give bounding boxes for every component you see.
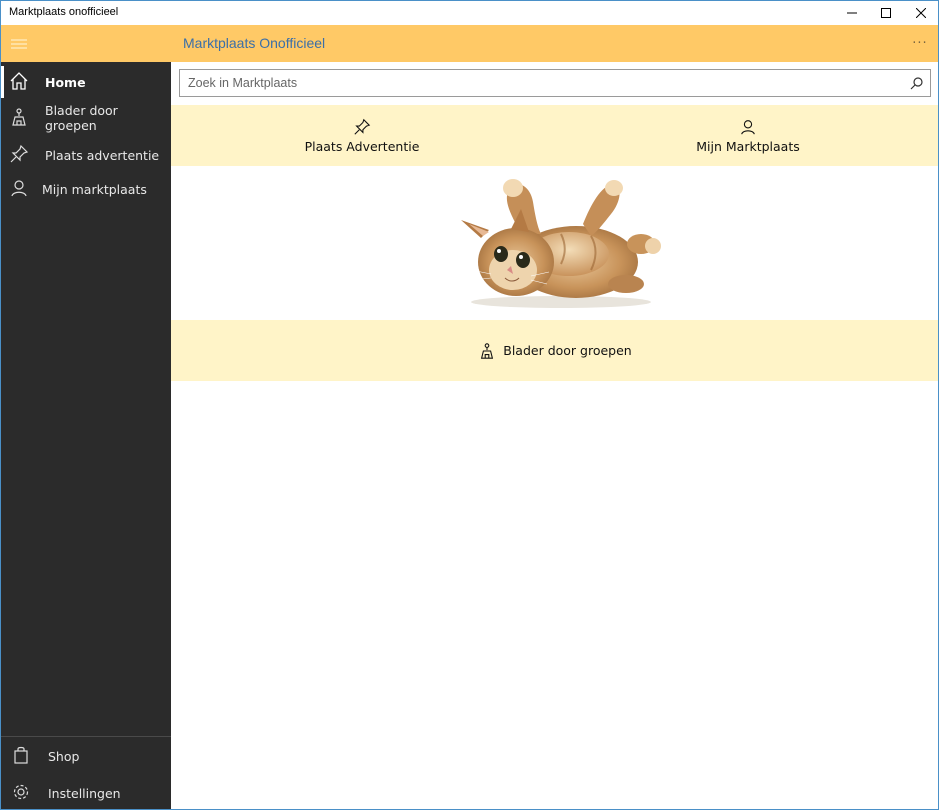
window-title: Marktplaats onofficieel [9,6,119,18]
close-button[interactable] [904,1,938,25]
groups-icon [8,106,30,128]
more-options-button[interactable]: ··· [907,31,933,55]
sidebar-divider [1,736,171,737]
sidebar-item-label: Blader door groepen [45,103,118,133]
search-box [179,69,931,97]
pin-icon [352,117,372,137]
more-icon: ··· [912,35,928,51]
sidebar-item-label: Mijn marktplaats [42,181,147,197]
home-icon [8,70,30,92]
close-icon [916,8,926,18]
kitten-image [461,179,661,308]
sidebar: Home Blader door groepen Plaats adverten… [1,62,171,809]
search-input[interactable] [188,74,898,92]
sidebar-item-settings[interactable]: Instellingen [1,775,171,809]
sidebar-item-place-ad[interactable]: Plaats advertentie [1,137,171,173]
app-title: Marktplaats Onofficieel [183,35,326,51]
my-marktplaats-label: Mijn Marktplaats [696,139,800,154]
sidebar-item-label: Shop [48,748,80,764]
browse-groups-button[interactable]: Blader door groepen [171,320,938,381]
person-icon [8,177,30,199]
groups-icon [477,341,497,361]
app-window: Marktplaats onofficieel Marktplaats Onof… [0,0,939,810]
app-header: Marktplaats Onofficieel ··· [1,25,938,62]
quick-actions-panel: Plaats Advertentie Mijn Marktplaats [171,105,938,166]
place-ad-button[interactable]: Plaats Advertentie [267,105,457,166]
maximize-icon [881,8,891,18]
shopping-bag-icon [10,744,32,766]
minimize-icon [847,12,857,14]
sidebar-item-groups[interactable]: Blader door groepen [1,100,171,136]
maximize-button[interactable] [869,1,903,25]
sidebar-item-my-marktplaats[interactable]: Mijn marktplaats [1,171,171,207]
main-content: Plaats Advertentie Mijn Marktplaats [171,62,938,809]
person-icon [738,117,758,137]
gear-icon [10,781,32,803]
sidebar-item-home[interactable]: Home [1,64,171,100]
place-ad-label: Plaats Advertentie [304,139,420,154]
sidebar-item-shop[interactable]: Shop [1,738,171,774]
search-icon[interactable] [910,76,924,90]
my-marktplaats-button[interactable]: Mijn Marktplaats [653,105,843,166]
minimize-button[interactable] [835,1,869,25]
browse-groups-label: Blader door groepen [503,343,632,358]
hamburger-menu-button[interactable] [1,25,37,62]
title-bar: Marktplaats onofficieel [1,1,938,25]
pin-icon [8,143,30,165]
sidebar-item-label: Home [45,74,86,90]
hamburger-icon [11,39,27,48]
sidebar-item-label: Plaats advertentie [45,147,160,163]
sidebar-item-label: Instellingen [48,785,121,801]
